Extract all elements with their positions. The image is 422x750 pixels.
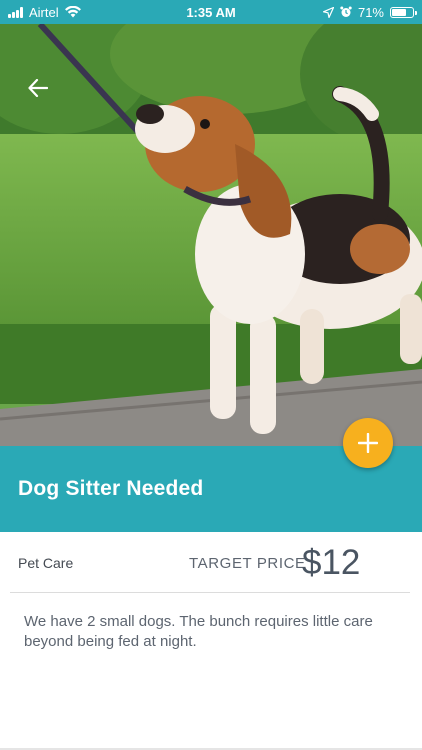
listing-photo — [0, 24, 422, 446]
add-button[interactable] — [343, 418, 393, 468]
location-arrow-icon — [322, 6, 334, 18]
alarm-icon — [340, 6, 352, 17]
plus-icon — [358, 433, 378, 453]
signal-icon — [8, 6, 23, 18]
status-bar: Airtel 1:35 AM 71% — [0, 0, 422, 24]
listing-info-row: Pet Care TARGET PRICE $12 — [0, 532, 422, 594]
price-value: $12 — [302, 543, 361, 582]
status-left: Airtel — [8, 5, 81, 20]
status-time: 1:35 AM — [186, 4, 236, 20]
status-right: 71% — [322, 4, 417, 20]
divider — [10, 592, 410, 593]
battery-percent: 71% — [357, 4, 384, 20]
carrier-name: Airtel — [29, 4, 59, 20]
target-price-label: TARGET PRICE — [189, 554, 306, 572]
battery-icon — [390, 6, 417, 18]
category-label: Pet Care — [18, 555, 74, 571]
listing-description: We have 2 small dogs. The bunch requires… — [24, 613, 373, 650]
listing-title: Dog Sitter Needed — [18, 477, 204, 500]
wifi-icon — [64, 6, 81, 18]
back-arrow-icon — [28, 79, 48, 97]
back-button[interactable] — [22, 72, 54, 104]
dog-photo-illustration — [0, 24, 422, 446]
